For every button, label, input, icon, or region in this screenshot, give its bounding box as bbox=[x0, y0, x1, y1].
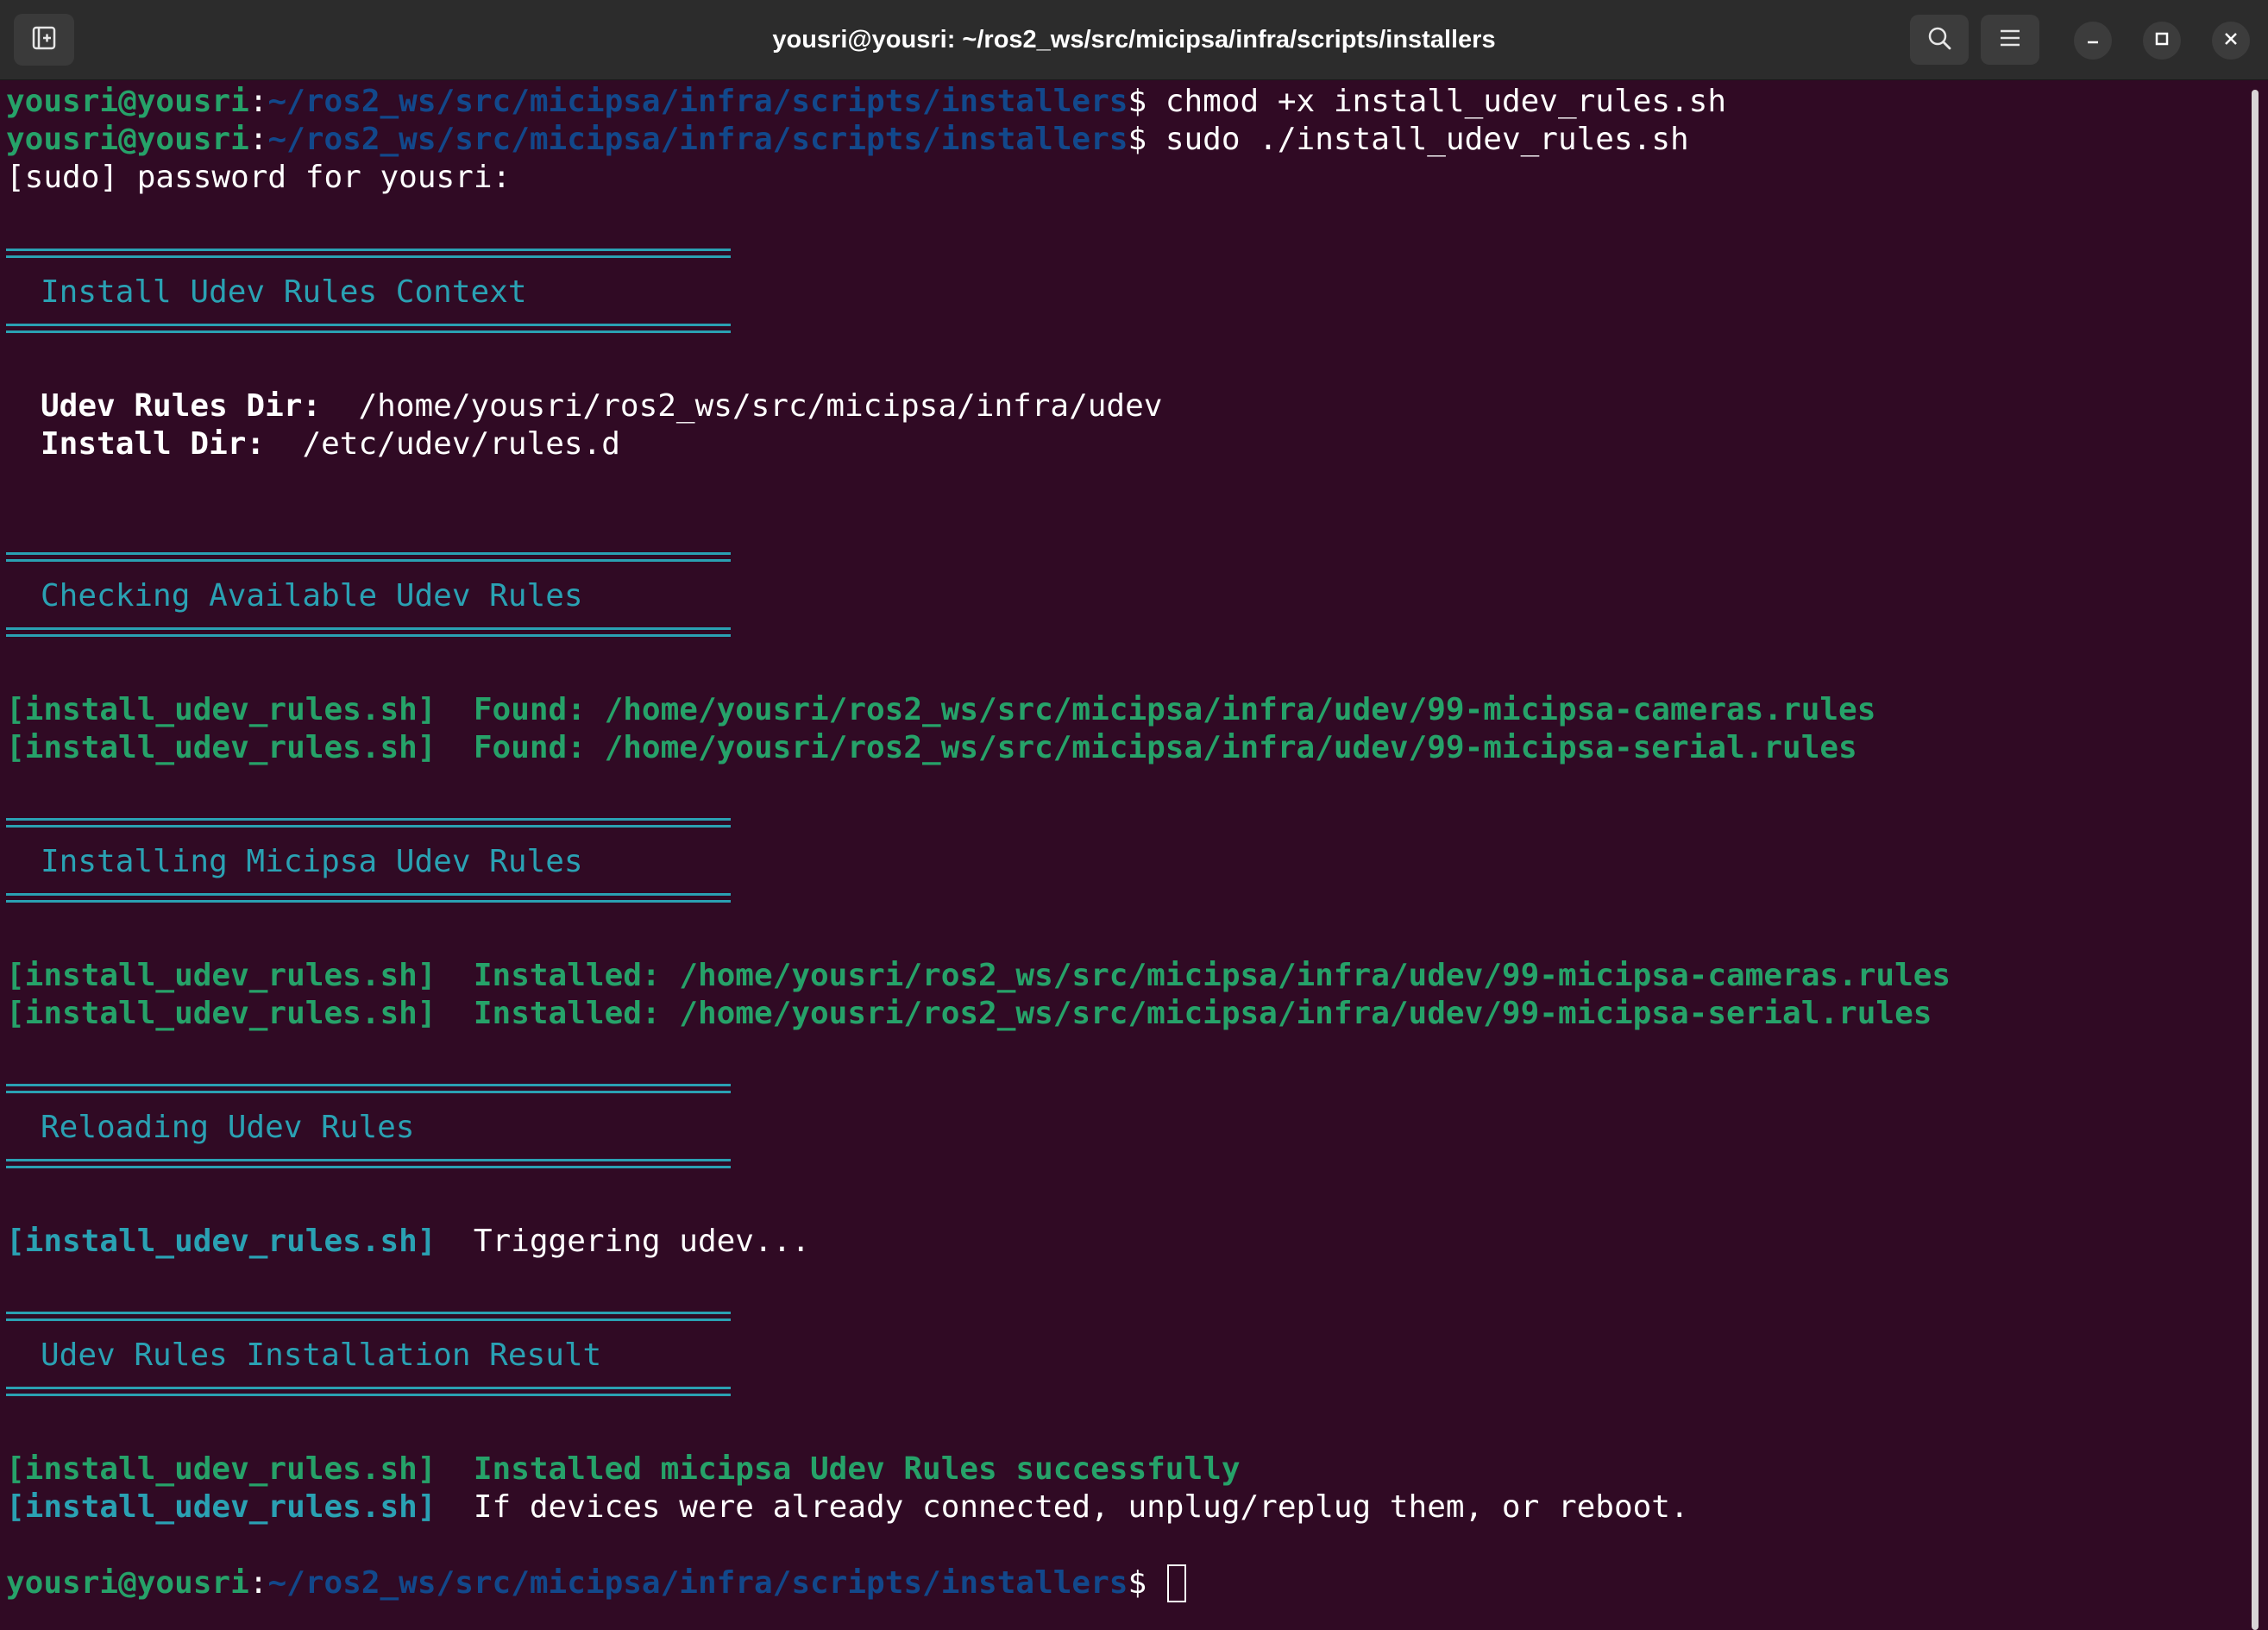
log-text: Found: /home/yousri/ros2_ws/src/micipsa/… bbox=[473, 730, 1857, 765]
section-rule-bottom bbox=[6, 893, 731, 903]
section-rule-bottom bbox=[6, 1159, 731, 1168]
section-rule-bottom bbox=[6, 1387, 731, 1396]
prompt-path: ~/ros2_ws/src/micipsa/infra/scripts/inst… bbox=[267, 1565, 1128, 1601]
script-tag: [install_udev_rules.sh] bbox=[6, 1489, 437, 1525]
text-cursor[interactable] bbox=[1166, 1564, 1186, 1602]
prompt-symbol: $ bbox=[1128, 84, 1165, 119]
section-rule-top bbox=[6, 818, 731, 828]
prompt-symbol: $ bbox=[1128, 122, 1165, 157]
section-heading-installing: Installing Micipsa Udev Rules bbox=[41, 844, 583, 879]
prompt-colon: : bbox=[248, 1565, 268, 1601]
context-install-dir: Install Dir: /etc/udev/rules.d bbox=[41, 425, 620, 463]
command-text: chmod +x install_udev_rules.sh bbox=[1165, 84, 1727, 119]
section-heading-checking: Checking Available Udev Rules bbox=[41, 578, 583, 614]
log-text: Found: /home/yousri/ros2_ws/src/micipsa/… bbox=[473, 692, 1876, 727]
prompt-path: ~/ros2_ws/src/micipsa/infra/scripts/inst… bbox=[267, 84, 1128, 119]
section-rule-top bbox=[6, 249, 731, 258]
log-line: [install_udev_rules.sh] Installed micips… bbox=[6, 1451, 1241, 1488]
sudo-password-prompt: [sudo] password for yousri: bbox=[6, 160, 512, 195]
hamburger-menu-icon bbox=[1999, 28, 2021, 53]
search-button[interactable] bbox=[1910, 15, 1969, 65]
log-line: [install_udev_rules.sh] Triggering udev.… bbox=[6, 1223, 810, 1261]
install-dir-value: /etc/udev/rules.d bbox=[302, 426, 620, 462]
command-line-current[interactable]: yousri@yousri:~/ros2_ws/src/micipsa/infr… bbox=[6, 1564, 1186, 1602]
rules-dir-label: Udev Rules Dir: bbox=[41, 388, 322, 424]
menu-button[interactable] bbox=[1981, 15, 2039, 65]
section-heading-result: Udev Rules Installation Result bbox=[41, 1337, 602, 1373]
rules-dir-value: /home/yousri/ros2_ws/src/micipsa/infra/u… bbox=[358, 388, 1163, 424]
log-text: If devices were already connected, unplu… bbox=[473, 1489, 1689, 1525]
close-icon bbox=[2223, 31, 2239, 51]
new-tab-button[interactable] bbox=[14, 14, 74, 66]
log-line: [install_udev_rules.sh] Installed: /home… bbox=[6, 995, 1932, 1033]
log-line: [install_udev_rules.sh] If devices were … bbox=[6, 1488, 1689, 1526]
log-text: Installed micipsa Udev Rules successfull… bbox=[473, 1451, 1241, 1487]
log-line: [install_udev_rules.sh] Found: /home/you… bbox=[6, 729, 1857, 767]
title-bar[interactable]: yousri@yousri: ~/ros2_ws/src/micipsa/inf… bbox=[0, 0, 2268, 80]
section-rule-bottom bbox=[6, 627, 731, 637]
section-heading-reloading: Reloading Udev Rules bbox=[41, 1110, 415, 1145]
prompt-path: ~/ros2_ws/src/micipsa/infra/scripts/inst… bbox=[267, 122, 1128, 157]
close-button[interactable] bbox=[2212, 22, 2250, 60]
section-heading-context: Install Udev Rules Context bbox=[41, 274, 527, 310]
section-rule-bottom bbox=[6, 324, 731, 333]
script-tag: [install_udev_rules.sh] bbox=[6, 1451, 437, 1487]
section-rule-top bbox=[6, 1312, 731, 1321]
minimize-button[interactable] bbox=[2074, 22, 2112, 60]
maximize-icon bbox=[2154, 31, 2170, 51]
section-rule-top bbox=[6, 1084, 731, 1093]
log-text: Triggering udev... bbox=[473, 1224, 810, 1259]
script-tag: [install_udev_rules.sh] bbox=[6, 692, 437, 727]
command-line-2: yousri@yousri:~/ros2_ws/src/micipsa/infr… bbox=[6, 121, 1689, 159]
prompt-symbol: $ bbox=[1128, 1565, 1165, 1601]
log-line: [install_udev_rules.sh] Found: /home/you… bbox=[6, 691, 1875, 729]
context-rules-dir: Udev Rules Dir: /home/yousri/ros2_ws/src… bbox=[41, 387, 1162, 425]
script-tag: [install_udev_rules.sh] bbox=[6, 1224, 437, 1259]
minimize-icon bbox=[2085, 31, 2101, 51]
prompt-colon: : bbox=[248, 122, 268, 157]
vertical-scrollbar[interactable] bbox=[2252, 90, 2259, 1630]
command-line-1: yousri@yousri:~/ros2_ws/src/micipsa/infr… bbox=[6, 83, 1726, 121]
section-rule-top bbox=[6, 552, 731, 562]
script-tag: [install_udev_rules.sh] bbox=[6, 730, 437, 765]
log-text: Installed: /home/yousri/ros2_ws/src/mici… bbox=[473, 996, 1932, 1031]
prompt-user-host: yousri@yousri bbox=[6, 1565, 249, 1601]
new-tab-icon bbox=[31, 25, 57, 55]
terminal-window: yousri@yousri: ~/ros2_ws/src/micipsa/inf… bbox=[0, 0, 2268, 1630]
script-tag: [install_udev_rules.sh] bbox=[6, 996, 437, 1031]
script-tag: [install_udev_rules.sh] bbox=[6, 958, 437, 993]
prompt-user-host: yousri@yousri bbox=[6, 122, 249, 157]
prompt-user-host: yousri@yousri bbox=[6, 84, 249, 119]
terminal-output[interactable]: yousri@yousri:~/ros2_ws/src/micipsa/infr… bbox=[0, 79, 2243, 1630]
log-text: Installed: /home/yousri/ros2_ws/src/mici… bbox=[473, 958, 1951, 993]
command-text: sudo ./install_udev_rules.sh bbox=[1165, 122, 1689, 157]
log-line: [install_udev_rules.sh] Installed: /home… bbox=[6, 957, 1951, 995]
prompt-colon: : bbox=[248, 84, 268, 119]
maximize-button[interactable] bbox=[2143, 22, 2181, 60]
search-icon bbox=[1926, 25, 1952, 55]
install-dir-label: Install Dir: bbox=[41, 426, 266, 462]
